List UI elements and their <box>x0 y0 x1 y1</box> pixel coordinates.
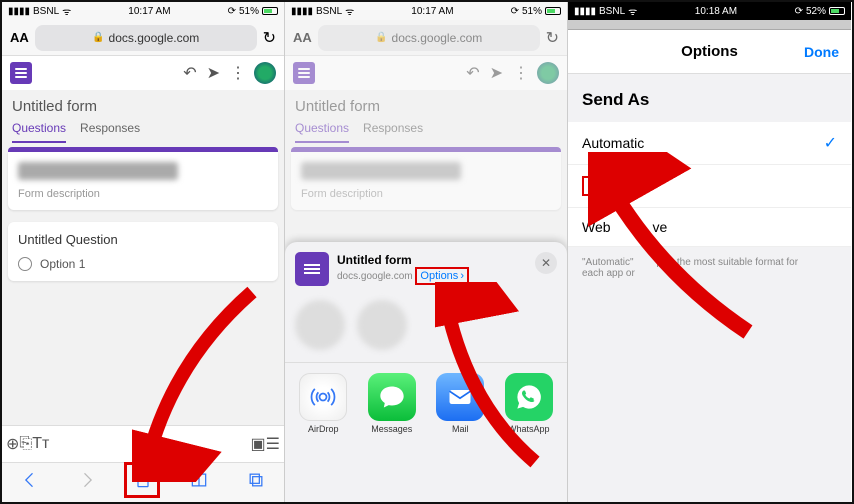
battery-icon <box>262 7 278 15</box>
apps-row: AirDrop Messages Mail WhatsApp <box>285 367 567 440</box>
app-messages[interactable]: Messages <box>368 373 416 434</box>
bookmarks-button[interactable] <box>189 470 209 495</box>
tab-responses[interactable]: Responses <box>80 121 140 143</box>
tab-questions[interactable]: Questions <box>12 121 66 143</box>
question-card[interactable]: Untitled Question Option 1 <box>8 222 278 281</box>
app-airdrop[interactable]: AirDrop <box>299 373 347 434</box>
safari-address-bar: AA 🔒docs.google.com ↻ <box>2 20 284 56</box>
screenshot-3: ▮▮▮▮BSNLᯤ 10:18 AM ⟳52% Options Done Sen… <box>568 2 851 502</box>
carrier: BSNL <box>33 6 59 17</box>
done-button[interactable]: Done <box>804 44 839 60</box>
share-options-link[interactable]: Options › <box>415 267 469 285</box>
app-mail[interactable]: Mail <box>436 373 484 434</box>
nav-title: Options <box>681 43 738 60</box>
contact-avatar[interactable] <box>357 300 407 350</box>
hint-text: "Automatic" pick the most suitable forma… <box>568 253 851 283</box>
status-bar: ▮▮▮▮BSNLᯤ 10:17 AM ⟳51% <box>2 2 284 20</box>
option-row[interactable]: Option 1 <box>18 257 268 271</box>
clock: 10:17 AM <box>411 6 453 17</box>
add-question-button[interactable]: ⊕ <box>6 434 19 454</box>
screenshot-1: ▮▮▮▮BSNLᯤ 10:17 AM ⟳51% AA 🔒docs.google.… <box>2 2 285 502</box>
send-icon[interactable]: ➤ <box>207 63 220 83</box>
form-description[interactable]: Form description <box>18 188 268 200</box>
add-section-button[interactable]: ☰ <box>266 434 280 454</box>
contact-avatar[interactable] <box>295 300 345 350</box>
more-icon[interactable]: ⋮ <box>230 63 246 83</box>
radio-icon[interactable] <box>18 257 32 271</box>
forms-app-icon <box>10 62 32 84</box>
form-title-card[interactable]: Form description <box>8 152 278 210</box>
forward-button <box>77 470 97 495</box>
clock: 10:17 AM <box>128 6 170 17</box>
forms-toolbar: ⊕ ⎘ Tᴛ ▣ ☰ <box>2 425 284 462</box>
safari-bottom-bar <box>2 462 284 502</box>
text-size-button[interactable]: AA <box>10 30 29 45</box>
options-nav: Options Done <box>568 30 851 74</box>
avatar[interactable] <box>254 62 276 84</box>
form-title-blurred <box>18 162 178 180</box>
add-text-button[interactable]: Tᴛ <box>32 435 49 453</box>
url-field[interactable]: 🔒docs.google.com <box>35 25 257 51</box>
contacts-row <box>285 296 567 358</box>
clock: 10:18 AM <box>695 6 737 17</box>
lock-icon: 🔒 <box>92 32 104 43</box>
share-button[interactable] <box>133 470 153 495</box>
option-web-archive[interactable]: Webve <box>568 208 851 247</box>
status-bar: ▮▮▮▮BSNLᯤ 10:18 AM ⟳52% <box>568 2 851 20</box>
add-image-button[interactable]: ▣ <box>251 434 266 454</box>
option-label: Option 1 <box>40 257 85 271</box>
option-pdf[interactable]: PDF <box>568 165 851 208</box>
import-button[interactable]: ⎘ <box>19 435 32 453</box>
forms-header: ↶ ➤ ⋮ <box>2 56 284 90</box>
wifi-icon: ᯤ <box>62 4 71 18</box>
app-whatsapp[interactable]: WhatsApp <box>505 373 553 434</box>
share-sheet: Untitled form docs.google.com Options › … <box>285 242 567 502</box>
section-send-as: Send As <box>568 84 851 116</box>
back-button[interactable] <box>20 470 40 495</box>
close-button[interactable]: ✕ <box>535 252 557 274</box>
signal-icon: ▮▮▮▮ <box>8 6 30 17</box>
tabs-button[interactable] <box>246 470 266 495</box>
share-file-title: Untitled form <box>337 253 469 267</box>
reload-button[interactable]: ↻ <box>263 28 276 48</box>
checkmark-icon: ✓ <box>824 133 837 153</box>
file-icon <box>295 252 329 286</box>
option-automatic[interactable]: Automatic ✓ <box>568 122 851 165</box>
share-file-subtitle: docs.google.com <box>337 271 413 282</box>
undo-icon[interactable]: ↶ <box>183 63 196 83</box>
screenshot-2: ▮▮▮▮BSNLᯤ 10:17 AM ⟳51% AA 🔒docs.google.… <box>285 2 568 502</box>
document-title: Untitled form <box>2 90 284 115</box>
battery-pct: 51% <box>239 6 259 17</box>
question-title[interactable]: Untitled Question <box>18 232 268 247</box>
status-bar: ▮▮▮▮BSNLᯤ 10:17 AM ⟳51% <box>285 2 567 20</box>
